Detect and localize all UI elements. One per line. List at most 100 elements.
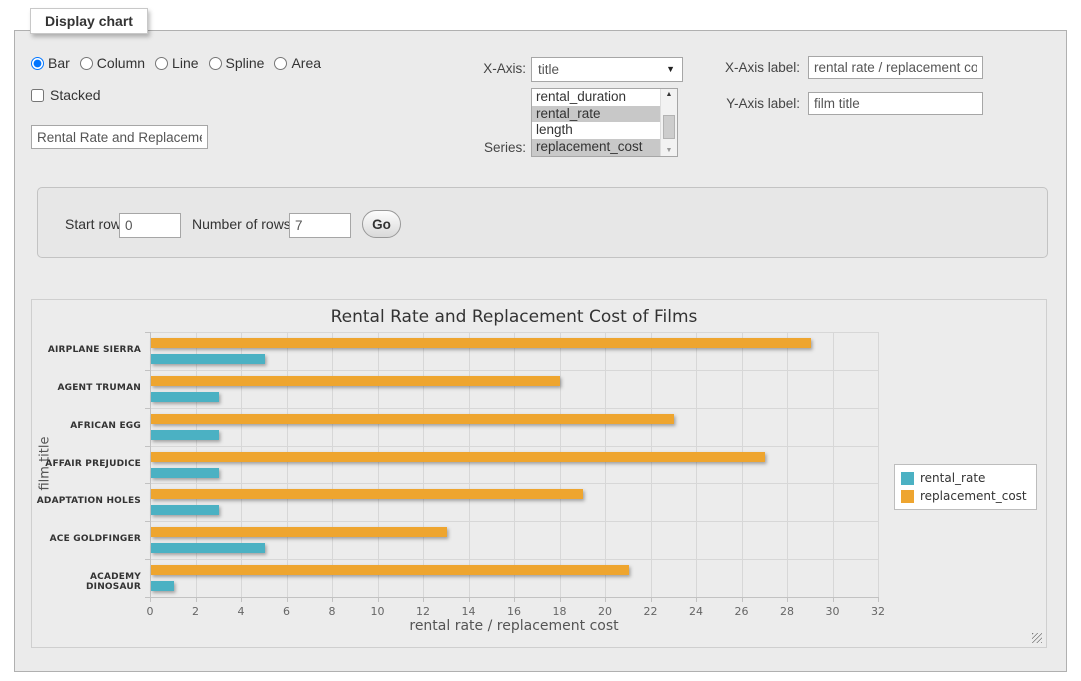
bar-replacement_cost[interactable] (151, 338, 811, 348)
radio-bar[interactable] (31, 57, 44, 70)
x-tick-label: 20 (590, 605, 620, 618)
display-chart-fieldset: Display chart BarColumnLineSplineArea St… (14, 30, 1067, 672)
radio-area[interactable] (274, 57, 287, 70)
bar-rental_rate[interactable] (151, 543, 265, 553)
radio-column[interactable] (80, 57, 93, 70)
radio-label: Line (172, 55, 198, 71)
start-row-label: Start row: (65, 216, 125, 232)
gridline-vertical (833, 332, 834, 597)
bar-rental_rate[interactable] (151, 354, 265, 364)
radio-label: Column (97, 55, 145, 71)
chart-type-spline[interactable]: Spline (209, 55, 265, 71)
bar-rental_rate[interactable] (151, 430, 219, 440)
radio-line[interactable] (155, 57, 168, 70)
legend-label: rental_rate (920, 471, 985, 485)
x-tick-label: 22 (636, 605, 666, 618)
bar-rental_rate[interactable] (151, 505, 219, 515)
series-label: Series: (415, 140, 526, 155)
bar-rental_rate[interactable] (151, 468, 219, 478)
gridline-horizontal (150, 521, 878, 522)
series-listbox[interactable]: rental_durationrental_ratelengthreplacem… (531, 88, 678, 157)
x-tick-label: 6 (272, 605, 302, 618)
x-tick-label: 30 (818, 605, 848, 618)
chart-legend: rental_rate replacement_cost (894, 464, 1037, 510)
chart-y-axis-title: film title (38, 364, 53, 564)
y-axis-label-label: Y-Axis label: (665, 96, 800, 111)
go-button[interactable]: Go (362, 210, 401, 238)
chart-title-input[interactable] (31, 125, 208, 149)
x-axis-label-input[interactable] (808, 56, 983, 79)
gridline-horizontal (150, 483, 878, 484)
x-tick-label: 0 (135, 605, 165, 618)
legend-item-rental_rate[interactable]: rental_rate (901, 469, 1027, 487)
rows-panel: Start row: Number of rows: Go (37, 187, 1048, 258)
legend-label: replacement_cost (920, 489, 1027, 503)
gridline-vertical (378, 332, 379, 597)
chart-type-radio-group: Bar Column Line Spline Area (31, 55, 321, 71)
series-option-rental_duration[interactable]: rental_duration (532, 89, 660, 106)
chart-type-line[interactable]: Line (155, 55, 198, 71)
page: Display chart Bar Column Line Spline Area St… (0, 0, 1081, 681)
x-tick-label: 16 (499, 605, 529, 618)
series-option-rental_rate[interactable]: rental_rate (532, 106, 660, 123)
resize-handle-icon[interactable] (1032, 633, 1042, 643)
bar-replacement_cost[interactable] (151, 527, 447, 537)
bar-replacement_cost[interactable] (151, 489, 583, 499)
x-tick-label: 4 (226, 605, 256, 618)
gridline-vertical (514, 332, 515, 597)
x-tick-label: 26 (727, 605, 757, 618)
start-row-input[interactable] (119, 213, 181, 238)
stacked-label: Stacked (50, 87, 101, 103)
legend-swatch (901, 490, 914, 503)
gridline-vertical (196, 332, 197, 597)
radio-label: Area (291, 55, 321, 71)
fieldset-legend-text: Display chart (45, 13, 133, 29)
radio-spline[interactable] (209, 57, 222, 70)
legend-swatch (901, 472, 914, 485)
bar-replacement_cost[interactable] (151, 452, 765, 462)
series-option-replacement_cost[interactable]: replacement_cost (532, 139, 660, 156)
scrollbar-thumb[interactable] (663, 115, 675, 139)
chart-type-bar[interactable]: Bar (31, 55, 70, 71)
x-axis-select-label: X-Axis: (415, 61, 526, 76)
category-label: AIRPLANE SIERRA (32, 345, 141, 355)
bar-replacement_cost[interactable] (151, 414, 674, 424)
gridline-vertical (742, 332, 743, 597)
legend-item-replacement_cost[interactable]: replacement_cost (901, 487, 1027, 505)
bar-replacement_cost[interactable] (151, 376, 560, 386)
series-options: rental_durationrental_ratelengthreplacem… (532, 89, 660, 156)
radio-label: Spline (226, 55, 265, 71)
bar-rental_rate[interactable] (151, 581, 174, 591)
y-axis-label-input[interactable] (808, 92, 983, 115)
fieldset-legend: Display chart (30, 8, 148, 34)
gridline-horizontal (150, 446, 878, 447)
x-axis-line (150, 597, 879, 598)
scroll-down-icon[interactable]: ▼ (661, 147, 677, 154)
gridline-vertical (787, 332, 788, 597)
gridline-vertical (696, 332, 697, 597)
chart-panel: Rental Rate and Replacement Cost of Film… (31, 299, 1047, 648)
bar-replacement_cost[interactable] (151, 565, 629, 575)
x-tick-label: 10 (363, 605, 393, 618)
gridline-vertical (332, 332, 333, 597)
series-option-length[interactable]: length (532, 122, 660, 139)
x-tick-label: 14 (454, 605, 484, 618)
chart-type-column[interactable]: Column (80, 55, 145, 71)
stacked-checkbox[interactable] (31, 89, 44, 102)
x-tick-label: 28 (772, 605, 802, 618)
x-axis-select[interactable]: title ▼ (531, 57, 683, 82)
chart-type-area[interactable]: Area (274, 55, 321, 71)
x-axis-label-label: X-Axis label: (665, 60, 800, 75)
gridline-vertical (423, 332, 424, 597)
bar-rental_rate[interactable] (151, 392, 219, 402)
y-axis-line (150, 332, 151, 597)
stacked-row[interactable]: Stacked (31, 87, 101, 103)
chart-x-axis-title: rental rate / replacement cost (150, 618, 878, 634)
gridline-horizontal (150, 559, 878, 560)
gridline-horizontal (150, 370, 878, 371)
gridline-horizontal (150, 408, 878, 409)
gridline-vertical (878, 332, 879, 597)
num-rows-input[interactable] (289, 213, 351, 238)
x-tick-label: 12 (408, 605, 438, 618)
x-tick-label: 32 (863, 605, 893, 618)
